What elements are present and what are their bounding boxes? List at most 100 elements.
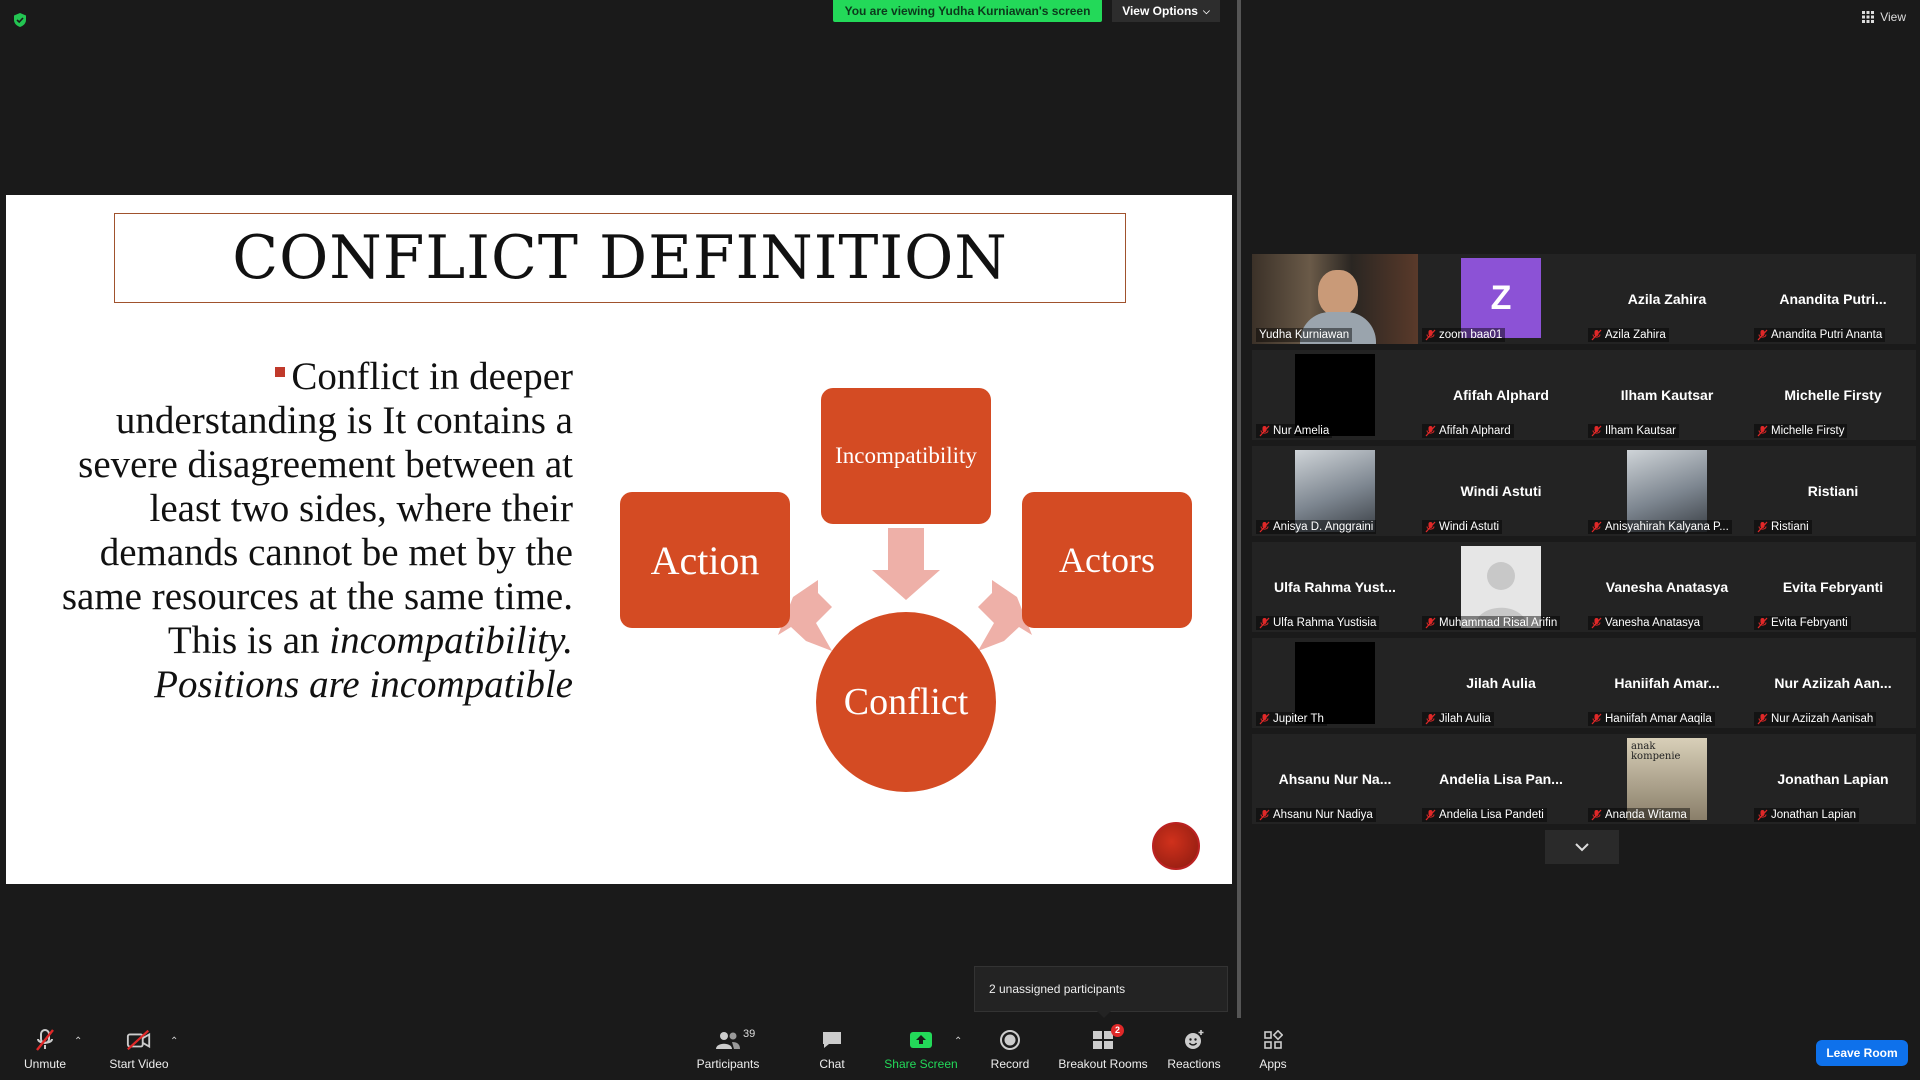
breakout-rooms-icon: 2 (1090, 1023, 1124, 1052)
participant-name: Ahsanu Nur Nadiya (1273, 809, 1373, 821)
body-italic-2: Positions are incompatible (154, 663, 573, 706)
chat-button[interactable]: Chat (812, 1018, 852, 1080)
chevron-down-icon (1575, 843, 1589, 852)
participant-tile[interactable]: Michelle Firsty Michelle Firsty (1750, 350, 1916, 440)
body-plain: Conflict in deeper understanding is It c… (61, 355, 573, 662)
participant-name: Yudha Kurniawan (1259, 329, 1350, 341)
share-screen-label: Share Screen (884, 1056, 958, 1071)
participant-name: Ilham Kautsar (1605, 425, 1676, 437)
participant-tile[interactable]: Ristiani Ristiani (1750, 446, 1916, 536)
mic-muted-icon (1591, 329, 1602, 341)
mic-muted-icon (1757, 617, 1768, 629)
mic-muted-icon (1259, 425, 1270, 437)
arrow-down-icon (872, 528, 940, 600)
security-shield-icon[interactable] (12, 12, 28, 28)
video-options-caret[interactable]: ⌃ (170, 1036, 178, 1047)
participant-name: Muhammad Risal Arifin (1439, 617, 1558, 629)
unmute-button[interactable]: Unmute (20, 1018, 70, 1080)
participant-tile[interactable]: Nur Aziizah Aan... Nur Aziizah Aanisah (1750, 638, 1916, 728)
participant-name: Azila Zahira (1605, 329, 1666, 341)
participant-name-label: Ahsanu Nur Nadiya (1256, 808, 1376, 822)
participant-tile[interactable]: Ulfa Rahma Yust... Ulfa Rahma Yustisia (1252, 542, 1418, 632)
participant-name-label: Anisyahirah Kalyana P... (1588, 520, 1732, 534)
participant-name-label: Anisya D. Anggraini (1256, 520, 1377, 534)
panel-divider[interactable] (1237, 0, 1241, 1028)
mic-muted-icon (1591, 617, 1602, 629)
share-screen-button[interactable]: Share Screen (884, 1018, 958, 1080)
meeting-toolbar: Unmute ⌃ Start Video ⌃ 39 Participants C… (0, 1018, 1920, 1080)
participant-tile[interactable]: Azila Zahira Azila Zahira (1584, 254, 1750, 344)
participant-tile[interactable]: Anisya D. Anggraini (1252, 446, 1418, 536)
record-icon (997, 1028, 1023, 1052)
mic-muted-icon (32, 1028, 58, 1052)
slide-title-box: CONFLICT DEFINITION (114, 213, 1126, 303)
participant-name-label: Vanesha Anatasya (1588, 616, 1704, 630)
mic-muted-icon (1591, 713, 1602, 725)
participant-name-label: Ilham Kautsar (1588, 424, 1679, 438)
mic-muted-icon (1591, 809, 1602, 821)
participant-name: Anandita Putri Ananta (1771, 329, 1883, 341)
participant-tile[interactable]: Jonathan Lapian Jonathan Lapian (1750, 734, 1916, 824)
share-options-caret[interactable]: ⌃ (954, 1036, 962, 1047)
participant-name: Michelle Firsty (1771, 425, 1845, 437)
participant-tile[interactable]: anak kompenie Ananda Witama (1584, 734, 1750, 824)
participant-name: Jonathan Lapian (1771, 809, 1857, 821)
leave-room-button[interactable]: Leave Room (1816, 1040, 1908, 1066)
apps-button[interactable]: Apps (1258, 1018, 1288, 1080)
participant-name: Nur Amelia (1273, 425, 1330, 437)
participant-tile[interactable]: Ilham Kautsar Ilham Kautsar (1584, 350, 1750, 440)
participant-name-label: Andelia Lisa Pandeti (1422, 808, 1547, 822)
mic-muted-icon (1425, 713, 1436, 725)
chat-icon (819, 1028, 845, 1052)
participant-name: Jilah Aulia (1439, 713, 1491, 725)
participant-name-label: Windi Astuti (1422, 520, 1503, 534)
audio-options-caret[interactable]: ⌃ (74, 1036, 82, 1047)
mic-muted-icon (1259, 521, 1270, 533)
participant-tile[interactable]: Anandita Putri... Anandita Putri Ananta (1750, 254, 1916, 344)
mic-muted-icon (1425, 521, 1436, 533)
participant-name: Andelia Lisa Pandeti (1439, 809, 1544, 821)
participant-tile[interactable]: Anisyahirah Kalyana P... (1584, 446, 1750, 536)
participant-tile[interactable]: Haniifah Amar... Haniifah Amar Aaqila (1584, 638, 1750, 728)
view-label: View (1880, 10, 1906, 24)
participant-tile[interactable]: Jupiter Th (1252, 638, 1418, 728)
chevron-down-icon: ⌵ (1202, 5, 1210, 16)
participant-tile[interactable]: Muhammad Risal Arifin (1418, 542, 1584, 632)
apps-icon (1260, 1028, 1286, 1052)
participant-name: Haniifah Amar Aaqila (1605, 713, 1712, 725)
reactions-button[interactable]: Reactions (1166, 1018, 1222, 1080)
participant-tile[interactable]: Andelia Lisa Pan... Andelia Lisa Pandeti (1418, 734, 1584, 824)
mic-muted-icon (1259, 713, 1270, 725)
participant-tile[interactable]: Zzoom baa01 (1418, 254, 1584, 344)
participant-tile[interactable]: Evita Febryanti Evita Febryanti (1750, 542, 1916, 632)
diagram-actors-box: Actors (1022, 492, 1192, 628)
participant-tile[interactable]: Ahsanu Nur Na... Ahsanu Nur Nadiya (1252, 734, 1418, 824)
shared-slide: CONFLICT DEFINITION Conflict in deeper u… (6, 195, 1232, 884)
mic-muted-icon (1425, 809, 1436, 821)
participant-name-label: Evita Febryanti (1754, 616, 1851, 630)
participant-tile[interactable]: Jilah Aulia Jilah Aulia (1418, 638, 1584, 728)
reactions-label: Reactions (1167, 1056, 1221, 1071)
mic-muted-icon (1425, 329, 1436, 341)
participant-tile[interactable]: Windi Astuti Windi Astuti (1418, 446, 1584, 536)
participant-name-label: Jupiter Th (1256, 712, 1327, 726)
view-options-button[interactable]: View Options ⌵ (1112, 0, 1220, 22)
gallery-next-page-button[interactable] (1545, 830, 1619, 864)
participant-tile[interactable]: Afifah Alphard Afifah Alphard (1418, 350, 1584, 440)
mic-muted-icon (1425, 425, 1436, 437)
view-layout-button[interactable]: View (1862, 10, 1906, 24)
participants-button[interactable]: 39 Participants (692, 1018, 764, 1080)
participant-tile[interactable]: Yudha Kurniawan (1252, 254, 1418, 344)
start-video-button[interactable]: Start Video (104, 1018, 174, 1080)
participant-tile[interactable]: Nur Amelia (1252, 350, 1418, 440)
share-screen-icon (908, 1028, 934, 1052)
participant-name-label: Azila Zahira (1588, 328, 1669, 342)
view-options-label: View Options (1122, 4, 1198, 18)
breakout-rooms-button[interactable]: 2 Breakout Rooms (1058, 1018, 1148, 1080)
participants-label: Participants (696, 1056, 760, 1071)
participant-name: zoom baa01 (1439, 329, 1503, 341)
participant-tile[interactable]: Vanesha Anatasya Vanesha Anatasya (1584, 542, 1750, 632)
mic-muted-icon (1757, 809, 1768, 821)
record-button[interactable]: Record (988, 1018, 1032, 1080)
unassigned-participants-popup[interactable]: 2 unassigned participants (974, 966, 1228, 1018)
